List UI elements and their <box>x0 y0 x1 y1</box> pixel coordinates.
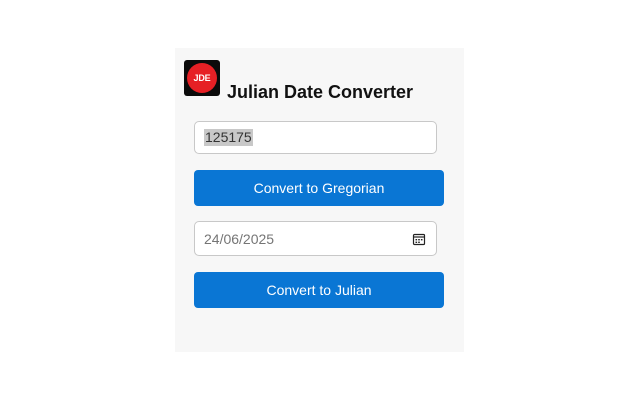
header: JDE Julian Date Converter <box>184 60 413 102</box>
logo-disc: JDE <box>187 63 217 93</box>
convert-to-gregorian-button[interactable]: Convert to Gregorian <box>194 170 444 206</box>
app-title: Julian Date Converter <box>227 82 414 102</box>
julian-date-input[interactable]: 125175 <box>194 121 437 154</box>
gregorian-date-value: 24/06/2025 <box>204 230 275 247</box>
convert-to-julian-button[interactable]: Convert to Julian <box>194 272 444 308</box>
julian-date-value: 125175 <box>204 129 253 146</box>
calendar-icon[interactable] <box>412 232 426 246</box>
gregorian-date-input[interactable]: 24/06/2025 <box>194 221 437 256</box>
jde-logo: JDE <box>184 60 220 96</box>
converter-panel: JDE Julian Date Converter 125175 Convert… <box>175 48 464 352</box>
